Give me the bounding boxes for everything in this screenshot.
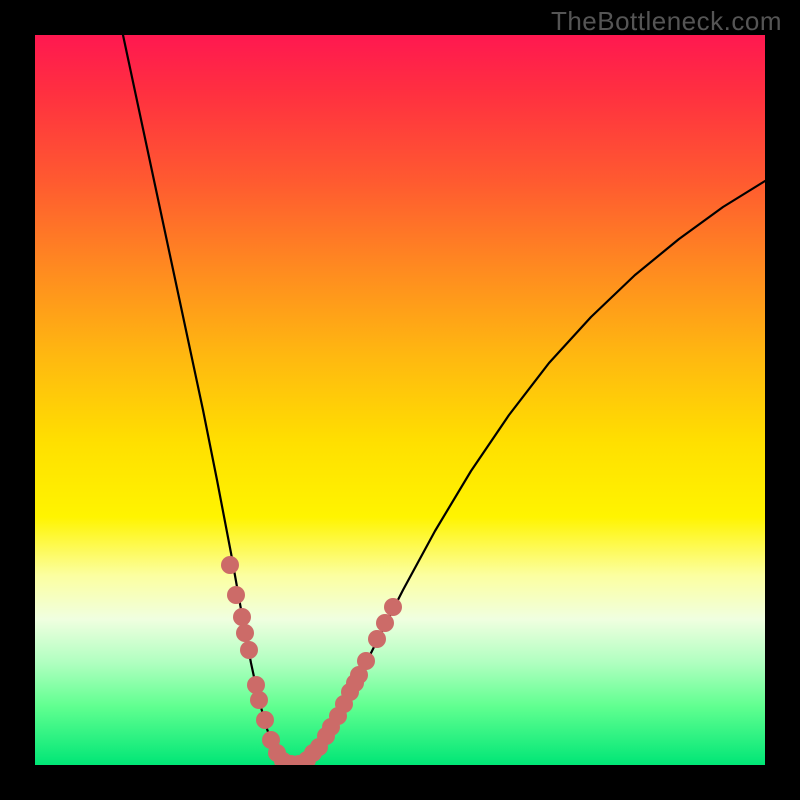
chart-frame: TheBottleneck.com (0, 0, 800, 800)
data-dot (256, 711, 274, 729)
data-dot (227, 586, 245, 604)
data-dot (384, 598, 402, 616)
data-dot (240, 641, 258, 659)
plot-area (35, 35, 765, 765)
data-dot (368, 630, 386, 648)
data-dot (357, 652, 375, 670)
watermark-text: TheBottleneck.com (551, 6, 782, 37)
curve-left (123, 35, 293, 765)
chart-svg (35, 35, 765, 765)
data-dots (221, 556, 402, 765)
data-dot (247, 676, 265, 694)
data-dot (233, 608, 251, 626)
data-dot (376, 614, 394, 632)
data-dot (221, 556, 239, 574)
data-dot (236, 624, 254, 642)
data-dot (250, 691, 268, 709)
